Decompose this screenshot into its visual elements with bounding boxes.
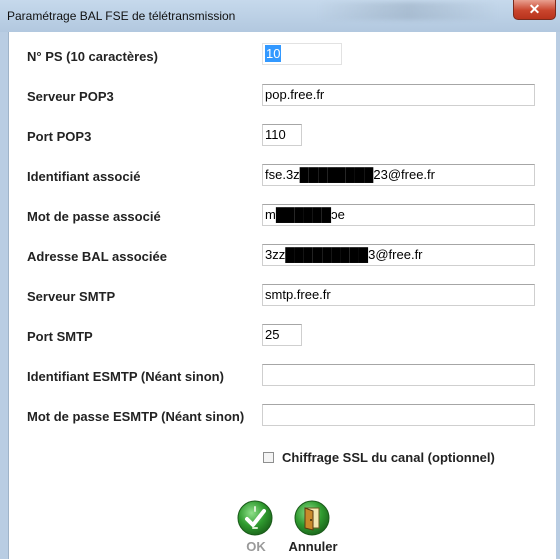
close-icon: ✕ — [528, 1, 541, 17]
smtp-server-input[interactable]: smtp.free.fr — [262, 284, 535, 306]
window-title: Paramétrage BAL FSE de télétransmission — [7, 9, 236, 23]
pop3-port-input[interactable]: 110 — [262, 124, 302, 146]
associated-id-input[interactable]: fse.3z████████23@free.fr — [262, 164, 535, 186]
exit-door-icon — [294, 500, 330, 536]
ok-button[interactable]: OK — [226, 499, 286, 555]
title-bar[interactable]: Paramétrage BAL FSE de télétransmission … — [0, 0, 560, 32]
esmtp-id-label: Identifiant ESMTP (Néant sinon) — [27, 369, 224, 384]
bal-address-input[interactable]: 3zz█████████3@free.fr — [262, 244, 535, 266]
esmtp-password-input[interactable] — [262, 404, 535, 426]
associated-id-label: Identifiant associé — [27, 169, 141, 184]
title-bar-smudge — [318, 2, 498, 20]
bal-address-label: Adresse BAL associée — [27, 249, 167, 264]
ok-button-label: OK — [246, 539, 266, 554]
ps-number-value: 10 — [265, 45, 282, 62]
pop3-port-label: Port POP3 — [27, 129, 92, 144]
smtp-server-label: Serveur SMTP — [27, 289, 116, 304]
close-button[interactable]: ✕ — [513, 0, 556, 20]
associated-password-label: Mot de passe associé — [27, 209, 161, 224]
ok-check-icon — [237, 500, 273, 536]
ps-number-label: N° PS (10 caractères) — [27, 49, 158, 64]
pop3-server-label: Serveur POP3 — [27, 89, 114, 104]
cancel-button[interactable]: Annuler — [283, 499, 343, 555]
ssl-checkbox-label: Chiffrage SSL du canal (optionnel) — [282, 450, 495, 465]
associated-password-input[interactable]: m██████ɔe — [262, 204, 535, 226]
ps-number-input[interactable]: 10 — [262, 43, 342, 65]
ssl-checkbox[interactable] — [263, 452, 274, 463]
smtp-port-input[interactable]: 25 — [262, 324, 302, 346]
cancel-button-label: Annuler — [288, 539, 338, 554]
pop3-server-input[interactable]: pop.free.fr — [262, 84, 535, 106]
esmtp-password-label: Mot de passe ESMTP (Néant sinon) — [27, 409, 245, 424]
esmtp-id-input[interactable] — [262, 364, 535, 386]
smtp-port-label: Port SMTP — [27, 329, 93, 344]
